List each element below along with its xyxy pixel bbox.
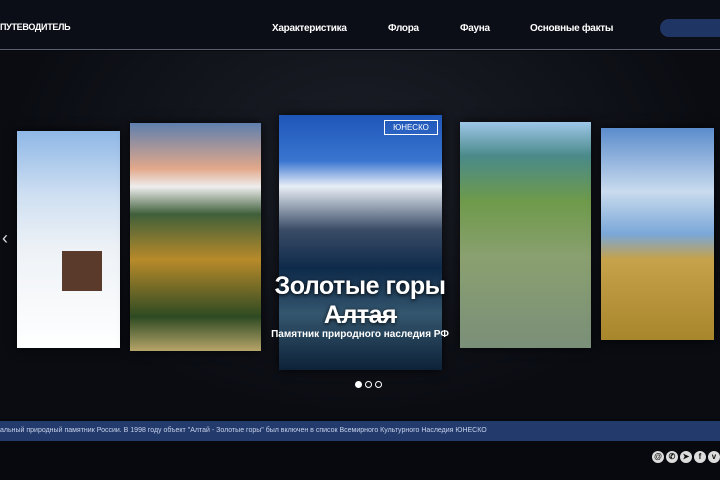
prev-arrow-icon[interactable]: ‹ <box>2 228 8 249</box>
mail-icon[interactable]: @ <box>652 451 664 463</box>
slide-golden-forest[interactable] <box>130 123 261 351</box>
hero-title: Золотые горы Алтая <box>274 272 446 329</box>
vk-icon[interactable]: v <box>708 451 720 463</box>
header: ПУТЕВОДИТЕЛЬ Характеристика Флора Фауна … <box>0 0 720 50</box>
phone-icon[interactable]: ✆ <box>666 451 678 463</box>
nav-facts[interactable]: Основные факты <box>530 23 613 34</box>
dot-2[interactable] <box>365 381 372 388</box>
logo[interactable]: ПУТЕВОДИТЕЛЬ <box>0 22 71 32</box>
title-divider <box>335 316 397 318</box>
slide-steppe[interactable] <box>601 128 714 340</box>
nav-flora[interactable]: Флора <box>388 23 419 34</box>
dot-1[interactable] <box>355 381 362 388</box>
carousel-dots <box>355 381 382 388</box>
header-button[interactable] <box>660 19 720 37</box>
unesco-badge: ЮНЕСКО <box>384 120 438 135</box>
dot-3[interactable] <box>375 381 382 388</box>
hero-subtitle: Памятник природного наследия РФ <box>271 329 449 340</box>
facebook-icon[interactable]: f <box>694 451 706 463</box>
slide-green-slope[interactable] <box>460 122 591 348</box>
telegram-icon[interactable]: ➤ <box>680 451 692 463</box>
news-ticker: альный природный памятник России. В 1998… <box>0 421 720 441</box>
nav-fauna[interactable]: Фауна <box>460 23 490 34</box>
slide-winter[interactable] <box>17 131 120 348</box>
nav-characteristics[interactable]: Характеристика <box>272 23 347 34</box>
